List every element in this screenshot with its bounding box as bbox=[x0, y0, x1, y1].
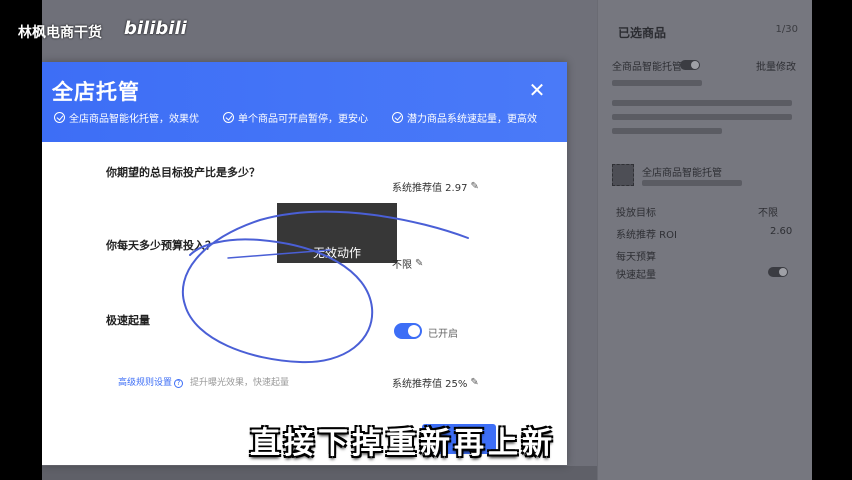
panel-item-title: 全店商品智能托管 bbox=[642, 168, 722, 179]
advanced-rules-link[interactable]: 高级规则设置? bbox=[118, 375, 184, 388]
panel-row-label: 全商品智能托管 bbox=[612, 62, 682, 73]
panel-value-a[interactable]: 不限 bbox=[758, 204, 778, 219]
panel-batch-edit[interactable]: 批量修改 bbox=[756, 58, 796, 73]
rate-value[interactable]: 系统推荐值 25% ✎ bbox=[392, 375, 479, 390]
fast-ramp-title: 极速起量 bbox=[106, 314, 150, 327]
advanced-rules-desc: 提升曝光效果，快速起量 bbox=[190, 378, 290, 388]
roi-value[interactable]: 系统推荐值 2.97 ✎ bbox=[392, 179, 479, 194]
feature-item: 全店商品智能化托管，效果优 bbox=[54, 110, 199, 125]
video-subtitle: 直接下掉重新再上新 bbox=[250, 426, 556, 461]
dialog-header: 全店托管 ✕ 全店商品智能化托管，效果优 单个商品可开启暂停，更安心 潜力商品系… bbox=[42, 62, 567, 142]
bilibili-logo: bilibili bbox=[124, 18, 187, 39]
help-icon[interactable]: ? bbox=[174, 379, 184, 388]
pencil-icon[interactable]: ✎ bbox=[470, 181, 478, 192]
panel-label-b: 系统推荐 ROI bbox=[616, 230, 677, 241]
check-circle-icon bbox=[54, 112, 65, 123]
feature-text: 潜力商品系统速起量，更高效 bbox=[407, 114, 537, 125]
panel-title: 已选商品 bbox=[618, 26, 667, 40]
toast-message: 无效动作 bbox=[277, 203, 397, 263]
full-store-hosting-dialog: 全店托管 ✕ 全店商品智能化托管，效果优 单个商品可开启暂停，更安心 潜力商品系… bbox=[42, 62, 567, 465]
budget-question: 你每天多少预算投入？ bbox=[106, 239, 216, 252]
toast-text: 无效动作 bbox=[312, 246, 361, 260]
panel-value-b[interactable]: 2.60 bbox=[770, 226, 792, 237]
fast-ramp-toggle-label: 已开启 bbox=[428, 329, 458, 340]
roi-question: 你期望的总目标投产比是多少？ bbox=[106, 166, 260, 179]
feature-text: 单个商品可开启暂停，更安心 bbox=[238, 114, 368, 125]
check-circle-icon bbox=[223, 112, 234, 123]
screen-capture: … 已选商品 1/30 全商品智能托管 批量修改 全店商品智能托管 投放目标 不… bbox=[42, 0, 812, 480]
bg-footer-bar bbox=[42, 466, 597, 480]
feature-list: 全店商品智能化托管，效果优 单个商品可开启暂停，更安心 潜力商品系统速起量，更高… bbox=[54, 110, 537, 125]
panel-label-c: 每天预算 bbox=[616, 252, 656, 263]
product-thumbnail bbox=[612, 164, 634, 186]
feature-text: 全店商品智能化托管，效果优 bbox=[69, 114, 199, 125]
rate-value-text: 系统推荐值 25% bbox=[392, 379, 468, 390]
video-frame: … 已选商品 1/30 全商品智能托管 批量修改 全店商品智能托管 投放目标 不… bbox=[0, 0, 852, 480]
check-circle-icon bbox=[392, 112, 403, 123]
feature-item: 单个商品可开启暂停，更安心 bbox=[223, 110, 368, 125]
dialog-body: 你期望的总目标投产比是多少？ 系统推荐值 2.97 ✎ 你每天多少预算投入？ 不… bbox=[42, 142, 567, 465]
channel-watermark: 林枫电商干货 bbox=[18, 25, 102, 41]
pencil-icon[interactable]: ✎ bbox=[415, 258, 423, 269]
roi-value-text: 系统推荐值 2.97 bbox=[392, 183, 468, 194]
advanced-rules-label: 高级规则设置 bbox=[118, 378, 173, 388]
close-icon[interactable]: ✕ bbox=[527, 80, 547, 100]
feature-item: 潜力商品系统速起量，更高效 bbox=[392, 110, 537, 125]
panel-toggle[interactable] bbox=[680, 60, 700, 70]
selected-products-panel: 已选商品 1/30 全商品智能托管 批量修改 全店商品智能托管 投放目标 不限 … bbox=[597, 0, 812, 480]
dialog-title: 全店托管 bbox=[52, 80, 140, 104]
panel-toggle-fast[interactable] bbox=[768, 267, 788, 277]
panel-count: 1/30 bbox=[775, 24, 798, 35]
fast-ramp-toggle[interactable] bbox=[394, 323, 422, 339]
pencil-icon[interactable]: ✎ bbox=[470, 377, 478, 388]
panel-label-a: 投放目标 bbox=[616, 208, 656, 219]
panel-label-d: 快速起量 bbox=[616, 270, 656, 281]
